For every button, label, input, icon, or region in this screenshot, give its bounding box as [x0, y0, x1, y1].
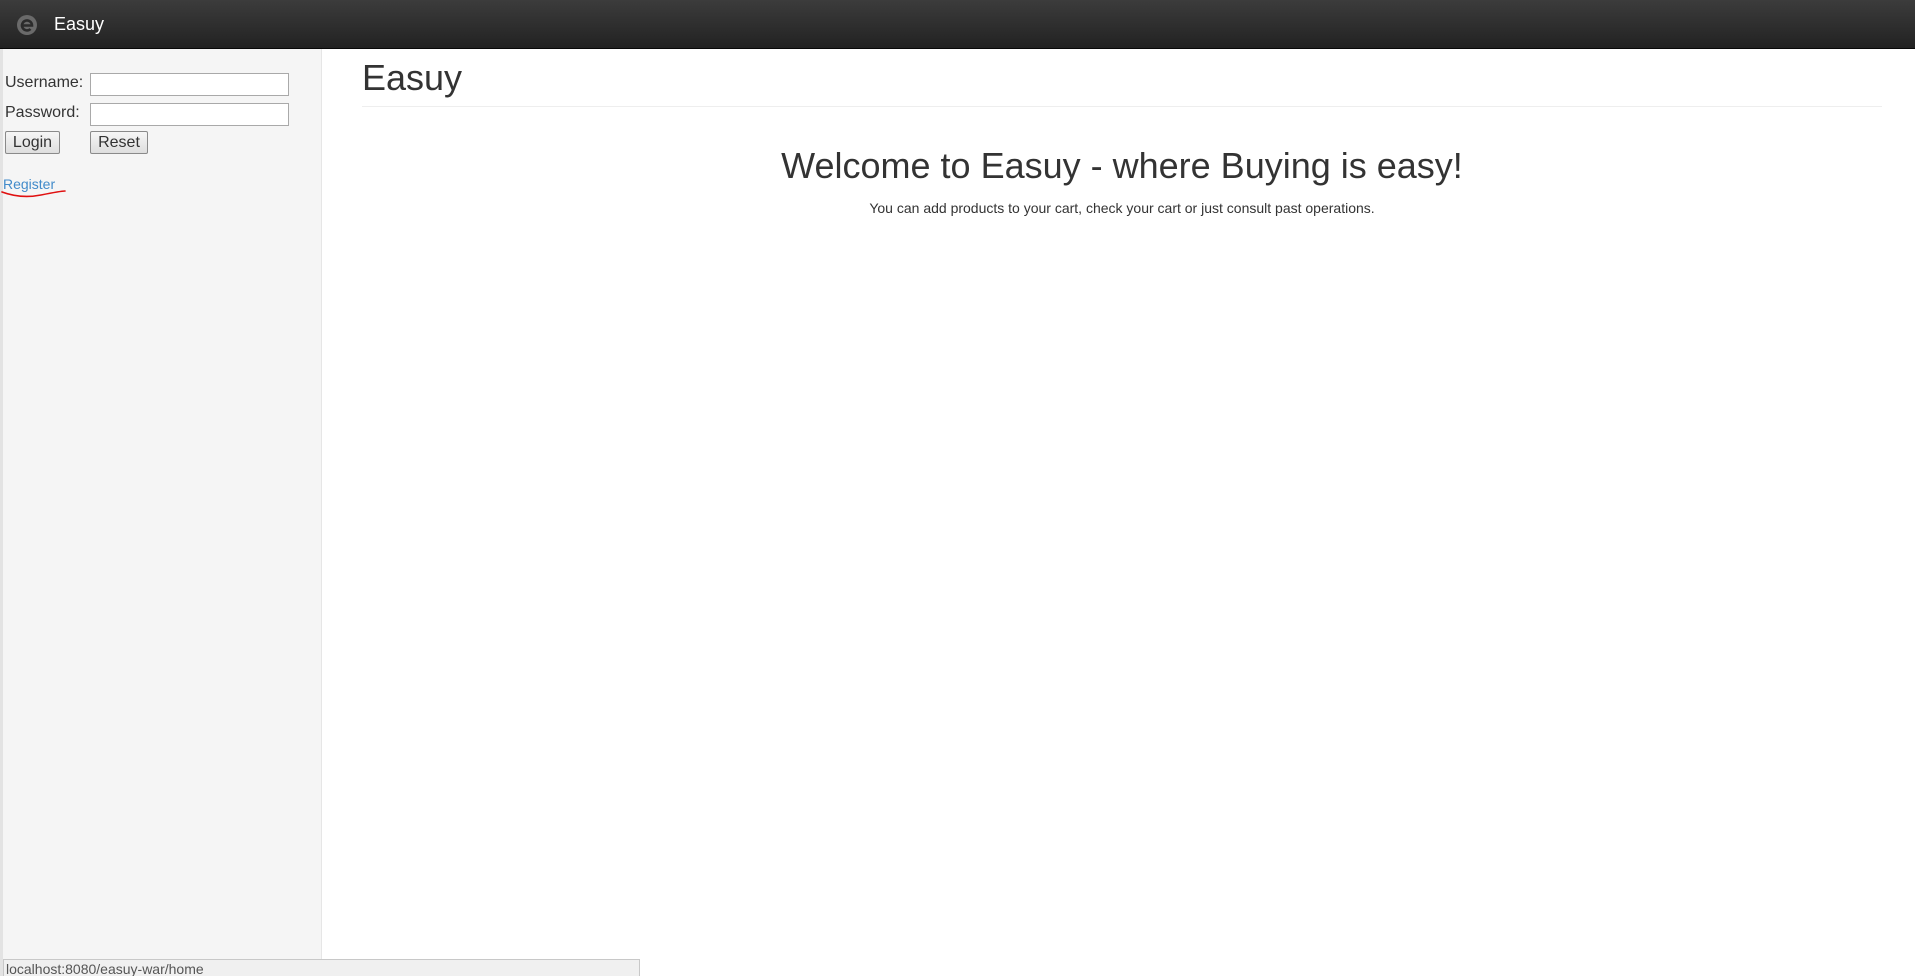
- page-title: Easuy: [362, 57, 463, 98]
- password-label: Password:: [5, 104, 80, 121]
- sidebar: Username: Password: Login Reset Register: [0, 49, 322, 976]
- login-button[interactable]: Login: [5, 131, 60, 154]
- welcome-heading: Welcome to Easuy - where Buying is easy!: [781, 145, 1463, 186]
- status-url: localhost:8080/easuy-war/home: [6, 961, 204, 976]
- reset-button[interactable]: Reset: [90, 131, 148, 154]
- top-navbar: Easuy: [0, 0, 1915, 49]
- annotation-underline: [1, 190, 66, 198]
- password-input[interactable]: [90, 103, 289, 126]
- browser-status-bar: localhost:8080/easuy-war/home: [3, 959, 640, 976]
- username-input[interactable]: [90, 73, 289, 96]
- title-divider: [362, 106, 1882, 107]
- brand-name[interactable]: Easuy: [54, 13, 104, 35]
- easuy-logo-icon[interactable]: [16, 14, 38, 36]
- welcome-text: You can add products to your cart, check…: [869, 200, 1375, 216]
- username-label: Username:: [5, 74, 84, 91]
